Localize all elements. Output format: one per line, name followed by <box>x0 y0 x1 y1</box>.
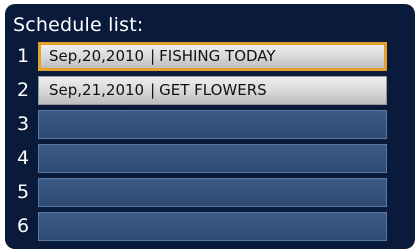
schedule-row-4[interactable]: 4 <box>5 142 415 175</box>
schedule-row-5[interactable]: 5 <box>5 176 415 209</box>
schedule-entry: Sep,20,2010 | FISHING TODAY <box>49 45 276 68</box>
schedule-row-2[interactable]: 2 Sep,21,2010 | GET FLOWERS <box>5 74 415 107</box>
schedule-row-1[interactable]: 1 Sep,20,2010 | FISHING TODAY <box>5 40 415 73</box>
entry-text: FISHING TODAY <box>159 47 276 65</box>
row-number: 2 <box>16 79 30 101</box>
row-number: 1 <box>16 45 30 67</box>
entry-text: GET FLOWERS <box>159 81 267 99</box>
empty-slot-button[interactable] <box>38 144 387 173</box>
row-number: 4 <box>16 147 30 169</box>
schedule-entry-button[interactable]: Sep,21,2010 | GET FLOWERS <box>38 76 387 105</box>
entry-separator: | <box>150 47 156 65</box>
entry-date: Sep,20,2010 <box>49 47 145 65</box>
schedule-entry-button[interactable]: Sep,20,2010 | FISHING TODAY <box>38 42 387 71</box>
empty-slot-button[interactable] <box>38 212 387 241</box>
row-number: 6 <box>16 215 30 237</box>
schedule-screen: Schedule list: 1 Sep,20,2010 | FISHING TOD… <box>5 4 415 249</box>
empty-slot-button[interactable] <box>38 178 387 207</box>
entry-separator: | <box>150 81 156 99</box>
empty-slot-button[interactable] <box>38 110 387 139</box>
row-number: 3 <box>16 113 30 135</box>
row-number: 5 <box>16 181 30 203</box>
entry-date: Sep,21,2010 <box>49 81 145 99</box>
schedule-entry: Sep,21,2010 | GET FLOWERS <box>49 77 267 104</box>
schedule-row-6[interactable]: 6 <box>5 210 415 243</box>
screen-title: Schedule list: <box>13 14 144 36</box>
schedule-row-3[interactable]: 3 <box>5 108 415 141</box>
